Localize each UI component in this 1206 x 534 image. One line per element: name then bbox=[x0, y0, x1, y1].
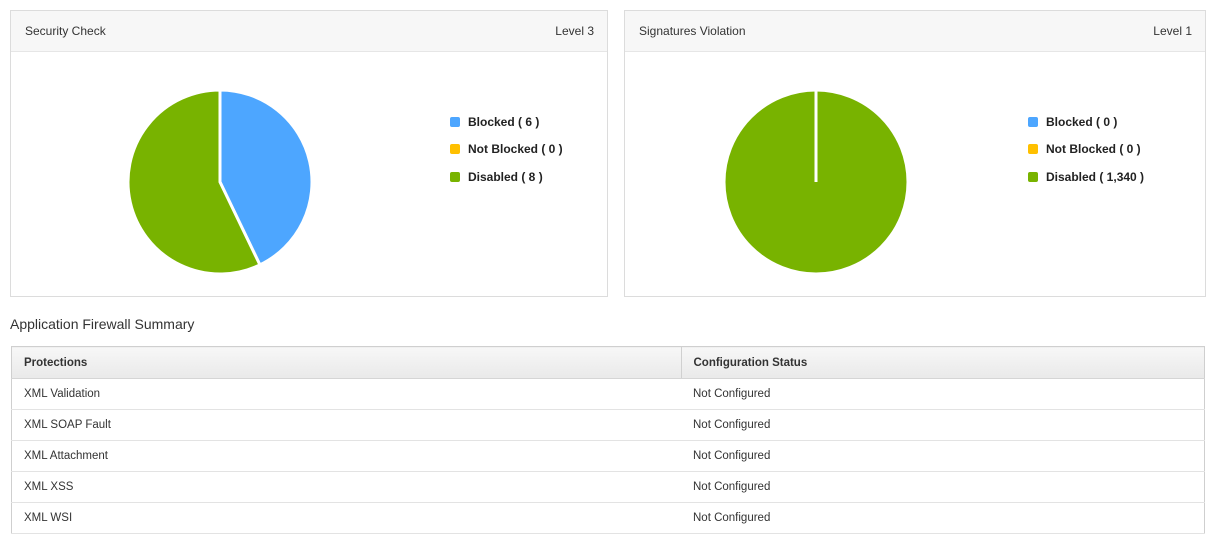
blocked-swatch bbox=[1028, 116, 1038, 127]
legend-item-not-blocked[interactable]: Not Blocked ( 0 ) bbox=[1028, 136, 1144, 164]
panel-title: Signatures Violation bbox=[639, 24, 746, 38]
legend-label: Disabled ( 1,340 ) bbox=[1046, 169, 1145, 184]
status-cell: Not Configured bbox=[681, 378, 1205, 410]
protection-cell: XML Attachment bbox=[11, 440, 681, 472]
protection-cell: XML SOAP Fault bbox=[11, 409, 681, 441]
protection-cell: XML XSS bbox=[11, 471, 681, 503]
legend-item-disabled[interactable]: Disabled ( 8 ) bbox=[450, 163, 563, 191]
security-check-panel: Security Check Level 3 Blocked ( 6 ) Not… bbox=[10, 10, 608, 297]
legend-label: Disabled ( 8 ) bbox=[468, 169, 543, 184]
security-check-pie-chart[interactable] bbox=[125, 87, 315, 277]
section-title: Application Firewall Summary bbox=[10, 316, 195, 332]
panel-header: Security Check Level 3 bbox=[11, 11, 607, 52]
legend-item-not-blocked[interactable]: Not Blocked ( 0 ) bbox=[450, 136, 563, 164]
legend-item-blocked[interactable]: Blocked ( 0 ) bbox=[1028, 108, 1144, 136]
table-row[interactable]: XML SOAP Fault Not Configured bbox=[11, 409, 1205, 441]
table-row[interactable]: XML Attachment Not Configured bbox=[11, 440, 1205, 472]
disabled-swatch bbox=[450, 171, 460, 182]
level-label: Level 1 bbox=[1153, 24, 1192, 38]
status-cell: Not Configured bbox=[681, 440, 1205, 472]
table-row[interactable]: XML Validation Not Configured bbox=[11, 378, 1205, 410]
protection-cell: XML Validation bbox=[11, 378, 681, 410]
column-header-configuration-status[interactable]: Configuration Status bbox=[681, 346, 1205, 379]
panel-header: Signatures Violation Level 1 bbox=[625, 11, 1205, 52]
signatures-violation-pie-chart[interactable] bbox=[721, 87, 911, 277]
status-cell: Not Configured bbox=[681, 409, 1205, 441]
legend-label: Blocked ( 6 ) bbox=[468, 114, 540, 129]
table-row[interactable]: XML XSS Not Configured bbox=[11, 471, 1205, 503]
not-blocked-swatch bbox=[450, 144, 460, 155]
legend-label: Not Blocked ( 0 ) bbox=[1046, 142, 1141, 157]
table-header-row: Protections Configuration Status bbox=[11, 346, 1205, 379]
status-cell: Not Configured bbox=[681, 502, 1205, 534]
legend-label: Not Blocked ( 0 ) bbox=[468, 142, 563, 157]
not-blocked-swatch bbox=[1028, 144, 1038, 155]
legend-item-blocked[interactable]: Blocked ( 6 ) bbox=[450, 108, 563, 136]
table-row[interactable]: XML WSI Not Configured bbox=[11, 502, 1205, 534]
chart-legend: Blocked ( 6 ) Not Blocked ( 0 ) Disabled… bbox=[450, 108, 563, 191]
level-label: Level 3 bbox=[555, 24, 594, 38]
column-header-protections[interactable]: Protections bbox=[11, 346, 682, 379]
firewall-summary-table: Protections Configuration Status XML Val… bbox=[11, 346, 1205, 534]
signatures-violation-panel: Signatures Violation Level 1 Blocked ( 0… bbox=[624, 10, 1206, 297]
chart-legend: Blocked ( 0 ) Not Blocked ( 0 ) Disabled… bbox=[1028, 108, 1144, 191]
blocked-swatch bbox=[450, 116, 460, 127]
protection-cell: XML WSI bbox=[11, 502, 681, 534]
legend-item-disabled[interactable]: Disabled ( 1,340 ) bbox=[1028, 163, 1144, 191]
disabled-swatch bbox=[1028, 171, 1038, 182]
status-cell: Not Configured bbox=[681, 471, 1205, 503]
legend-label: Blocked ( 0 ) bbox=[1046, 114, 1118, 129]
panel-title: Security Check bbox=[25, 24, 106, 38]
